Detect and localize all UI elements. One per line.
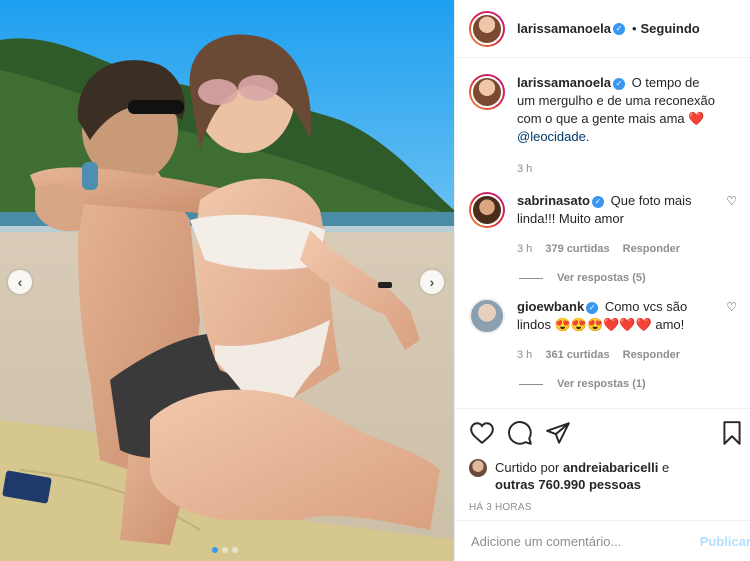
- chevron-right-icon[interactable]: ›: [420, 270, 444, 294]
- liked-by: Curtido por andreiabaricelli e outras 76…: [469, 459, 737, 493]
- caption-avatar[interactable]: [469, 74, 505, 110]
- view-replies-label: Ver respostas (5): [557, 272, 646, 284]
- comment-emojis: 😍😍😍❤️❤️❤️: [554, 317, 652, 332]
- liker-avatar[interactable]: [469, 459, 487, 477]
- verified-badge-icon: ✓: [612, 22, 625, 35]
- reply-button[interactable]: Responder: [623, 349, 680, 361]
- liker-username[interactable]: andreiabaricelli: [563, 460, 658, 475]
- likes-count: 760.990: [538, 477, 586, 492]
- comment-item: gioewbank ✓ Como vcs são lindos 😍😍😍❤️❤️❤️…: [469, 298, 737, 364]
- post-side-panel: larissamanoela ✓ • Seguindo larissamanoe…: [454, 0, 750, 561]
- caption-time[interactable]: 3 h: [517, 163, 532, 175]
- verified-badge-icon: ✓: [612, 77, 625, 90]
- comment-icon[interactable]: [507, 420, 533, 446]
- reply-button[interactable]: Responder: [623, 243, 680, 255]
- comment-username[interactable]: gioewbank: [517, 299, 584, 314]
- caption-username[interactable]: larissamanoela: [517, 75, 611, 90]
- post-header: larissamanoela ✓ • Seguindo: [455, 0, 750, 58]
- comment-time[interactable]: 3 h: [517, 243, 532, 255]
- view-replies-button[interactable]: Ver respostas (5): [519, 272, 737, 284]
- comment-text-end: amo!: [655, 317, 685, 332]
- comment-input[interactable]: [471, 533, 682, 549]
- carousel-dot-2: [222, 547, 228, 553]
- following-button[interactable]: Seguindo: [641, 21, 700, 36]
- comment-username[interactable]: sabrinasato: [517, 193, 590, 208]
- heart-icon[interactable]: [469, 420, 495, 446]
- liked-by-mid: e: [661, 460, 670, 475]
- caption-mention[interactable]: @leocidade.: [517, 129, 589, 144]
- verified-badge-icon: ✓: [586, 301, 599, 314]
- carousel-dots: [212, 547, 238, 553]
- carousel-dot-3: [232, 547, 238, 553]
- photo-illustration: [0, 0, 454, 561]
- comment-like-heart-icon[interactable]: ♡: [726, 194, 737, 208]
- author-username[interactable]: larissamanoela: [517, 21, 611, 36]
- view-replies-button[interactable]: Ver respostas (1): [519, 378, 737, 390]
- comment-item: sabrinasato ✓ Que foto mais linda!!! Muit…: [469, 192, 737, 258]
- paper-plane-icon[interactable]: [545, 420, 571, 446]
- comment-likes[interactable]: 379 curtidas: [545, 243, 609, 255]
- commenter-avatar[interactable]: [469, 192, 505, 228]
- comment-likes[interactable]: 361 curtidas: [545, 349, 609, 361]
- carousel-dot-1: [212, 547, 218, 553]
- verified-badge-icon: ✓: [591, 195, 604, 208]
- post-timestamp[interactable]: HÁ 3 HORAS: [469, 502, 737, 513]
- caption: larissamanoela ✓ O tempo de um mergulho e…: [469, 74, 737, 178]
- comment-like-heart-icon[interactable]: ♡: [726, 300, 737, 314]
- author-avatar[interactable]: [469, 10, 505, 47]
- comment-time[interactable]: 3 h: [517, 349, 532, 361]
- comment-composer: Publicar: [455, 520, 750, 561]
- view-replies-label: Ver respostas (1): [557, 378, 646, 390]
- others-likes-link[interactable]: outras 760.990 pessoas: [495, 477, 641, 492]
- commenter-avatar[interactable]: [469, 298, 505, 334]
- heart-emoji: ❤️: [688, 111, 705, 126]
- post-photo[interactable]: ‹ ›: [0, 0, 454, 561]
- publish-button[interactable]: Publicar: [700, 534, 750, 549]
- bookmark-icon[interactable]: [719, 420, 745, 446]
- comments-list[interactable]: larissamanoela ✓ O tempo de um mergulho e…: [455, 58, 750, 408]
- chevron-left-icon[interactable]: ‹: [8, 270, 32, 294]
- liked-by-prefix: Curtido por: [495, 460, 560, 475]
- separator-bullet: •: [631, 21, 637, 36]
- post-actions: Curtido por andreiabaricelli e outras 76…: [455, 408, 750, 513]
